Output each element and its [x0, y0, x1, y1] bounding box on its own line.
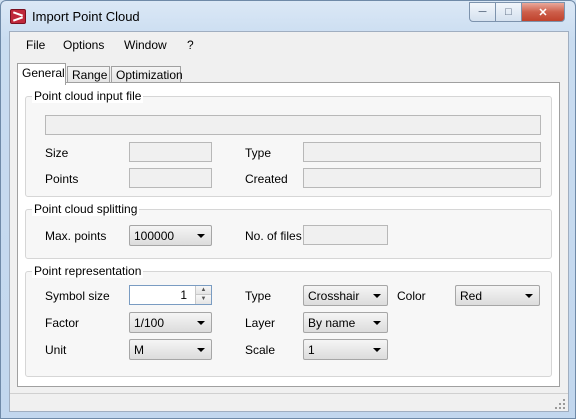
- stepper-up-icon[interactable]: ▲: [196, 286, 211, 295]
- input-file-path-field[interactable]: [45, 115, 541, 135]
- unit-value: M: [134, 343, 144, 357]
- chevron-down-icon: [197, 348, 205, 352]
- factor-label: Factor: [45, 316, 80, 330]
- rep-type-label: Type: [245, 289, 272, 303]
- maximize-button[interactable]: □: [495, 2, 522, 22]
- type-label: Type: [245, 146, 272, 160]
- symbol-size-label: Symbol size: [45, 289, 110, 303]
- chevron-down-icon: [373, 348, 381, 352]
- num-files-field: [303, 225, 388, 245]
- max-points-label: Max. points: [45, 229, 107, 243]
- stepper-arrows: ▲ ▼: [195, 286, 211, 304]
- close-button[interactable]: ✕: [521, 2, 565, 22]
- symbol-size-stepper[interactable]: 1 ▲ ▼: [129, 285, 212, 305]
- splitting-group-title: Point cloud splitting: [32, 202, 140, 216]
- resize-grip-icon[interactable]: [555, 399, 565, 409]
- close-icon: ✕: [538, 6, 548, 19]
- menu-window[interactable]: Window: [124, 38, 167, 52]
- color-select[interactable]: Red: [455, 285, 540, 306]
- general-tab-panel: Point cloud input file Size Type Points …: [17, 82, 560, 387]
- points-label: Points: [45, 172, 79, 186]
- window-client-area: File Options Window ? General Range Opti…: [9, 31, 569, 412]
- chevron-down-icon: [373, 294, 381, 298]
- minimize-button[interactable]: ─: [469, 2, 496, 22]
- scale-select[interactable]: 1: [303, 339, 388, 360]
- representation-group: Point representation Symbol size 1 ▲ ▼ T…: [25, 264, 552, 377]
- size-label: Size: [45, 146, 69, 160]
- created-label: Created: [245, 172, 288, 186]
- tab-general[interactable]: General: [17, 63, 66, 85]
- layer-label: Layer: [245, 316, 276, 330]
- window-title: Import Point Cloud: [32, 9, 140, 24]
- created-field: [303, 168, 541, 188]
- chevron-down-icon: [525, 294, 533, 298]
- size-field: [129, 142, 212, 162]
- chevron-down-icon: [373, 321, 381, 325]
- type-field: [303, 142, 541, 162]
- stepper-down-icon[interactable]: ▼: [196, 295, 211, 304]
- symbol-size-value: 1: [180, 288, 187, 302]
- status-bar: [10, 393, 568, 411]
- max-points-value: 100000: [134, 229, 175, 243]
- chevron-down-icon: [197, 321, 205, 325]
- num-files-label: No. of files: [245, 229, 302, 243]
- menu-options[interactable]: Options: [63, 38, 104, 52]
- layer-value: By name: [308, 316, 356, 330]
- max-points-select[interactable]: 100000: [129, 225, 212, 246]
- color-value: Red: [460, 289, 483, 303]
- representation-group-title: Point representation: [32, 264, 144, 278]
- minimize-icon: ─: [478, 6, 487, 18]
- unit-select[interactable]: M: [129, 339, 212, 360]
- input-file-group-title: Point cloud input file: [32, 89, 144, 103]
- scale-value: 1: [308, 343, 315, 357]
- menu-bar: File Options Window ?: [10, 32, 568, 56]
- chevron-down-icon: [197, 234, 205, 238]
- factor-value: 1/100: [134, 316, 165, 330]
- title-bar[interactable]: Import Point Cloud ─ □ ✕: [1, 1, 575, 31]
- unit-label: Unit: [45, 343, 67, 357]
- scale-label: Scale: [245, 343, 276, 357]
- menu-file[interactable]: File: [26, 38, 45, 52]
- splitting-group: Point cloud splitting Max. points 100000…: [25, 202, 552, 259]
- input-file-group: Point cloud input file Size Type Points …: [25, 89, 552, 197]
- maximize-icon: □: [505, 6, 512, 18]
- menu-help[interactable]: ?: [187, 38, 194, 52]
- rep-type-value: Crosshair: [308, 289, 360, 303]
- rep-type-select[interactable]: Crosshair: [303, 285, 388, 306]
- points-field: [129, 168, 212, 188]
- factor-select[interactable]: 1/100: [129, 312, 212, 333]
- layer-select[interactable]: By name: [303, 312, 388, 333]
- color-label: Color: [397, 289, 426, 303]
- import-point-cloud-window: Import Point Cloud ─ □ ✕ File Options Wi…: [0, 0, 576, 419]
- app-icon: [10, 9, 26, 24]
